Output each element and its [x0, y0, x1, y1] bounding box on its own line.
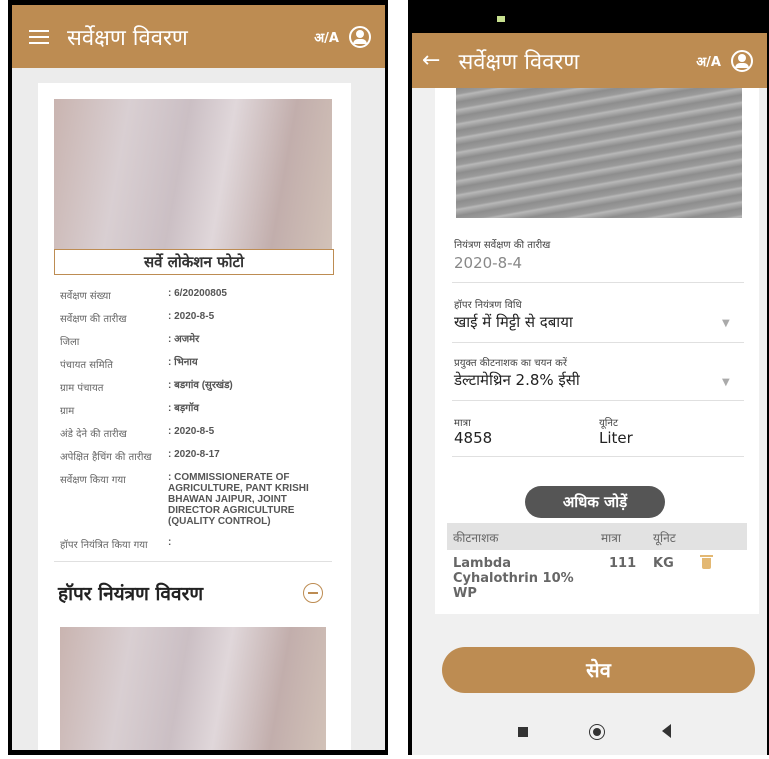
- info-label: पंचायत समिति: [60, 360, 113, 371]
- info-value: :: [168, 537, 172, 548]
- dropdown-arrow-icon[interactable]: ▼: [722, 377, 730, 388]
- dropdown-arrow-icon[interactable]: ▼: [722, 318, 730, 329]
- info-label: हॉपर नियंत्रित किया गया: [60, 540, 148, 551]
- unit-label: यूनिट: [599, 418, 618, 429]
- right-phone-frame: ← सर्वेक्षण विवरण अ/A नियंत्रण सर्वेक्षण…: [408, 0, 769, 755]
- table-cell-qty: 111: [609, 556, 637, 571]
- language-toggle[interactable]: अ/A: [314, 28, 339, 46]
- hopper-control-photo[interactable]: [60, 627, 326, 750]
- notification-icon: [497, 16, 505, 22]
- nav-back-icon[interactable]: [662, 724, 671, 738]
- info-value: : 2020-8-5: [168, 426, 215, 437]
- page-title: सर्वेक्षण विवरण: [67, 25, 188, 51]
- info-value: : अजमेर: [168, 334, 200, 345]
- info-value: : 2020-8-5: [168, 311, 215, 322]
- info-value: : 2020-8-17: [168, 449, 220, 460]
- info-value: : बडगांव (सुरखंड): [168, 380, 233, 391]
- info-value: : 6/20200805: [168, 288, 227, 299]
- divider: [452, 400, 744, 401]
- home-icon[interactable]: [589, 724, 605, 740]
- info-value: : COMMISSIONERATE OF AGRICULTURE, PANT K…: [168, 472, 309, 527]
- photo-caption: सर्वे लोकेशन फोटो: [54, 249, 334, 275]
- back-arrow-icon[interactable]: ←: [422, 48, 440, 73]
- trash-icon[interactable]: [700, 555, 713, 569]
- table-cell-unit: KG: [653, 556, 674, 571]
- info-label: अंडे देने की तारीख: [60, 429, 127, 440]
- divider: [452, 342, 744, 343]
- table-header-cell: मात्रा: [601, 531, 622, 545]
- info-label: ग्राम पंचायत: [60, 383, 104, 394]
- system-nav-bar: [412, 706, 767, 755]
- menu-icon[interactable]: [29, 26, 49, 48]
- control-date-field[interactable]: 2020-8-4: [454, 254, 522, 272]
- survey-location-photo[interactable]: [54, 99, 332, 249]
- right-screen: ← सर्वेक्षण विवरण अ/A नियंत्रण सर्वेक्षण…: [412, 0, 767, 755]
- unit-input[interactable]: Liter: [599, 429, 633, 447]
- pesticide-select[interactable]: डेल्टामेथ्रिन 2.8% ईसी: [454, 370, 580, 390]
- control-photo[interactable]: [456, 88, 742, 218]
- left-screen: सर्वेक्षण विवरण अ/A सर्वे लोकेशन फोटो सर…: [12, 5, 385, 750]
- info-label: ग्राम: [60, 406, 75, 417]
- table-header-cell: यूनिट: [653, 531, 676, 545]
- info-label: सर्वेक्षण की तारीख: [60, 314, 127, 325]
- divider: [452, 456, 744, 457]
- page-title: सर्वेक्षण विवरण: [458, 49, 580, 75]
- save-button[interactable]: सेव: [442, 647, 755, 693]
- table-header-cell: कीटनाशक: [453, 531, 499, 545]
- info-label: सर्वेक्षण संख्या: [60, 291, 111, 302]
- left-phone-frame: सर्वेक्षण विवरण अ/A सर्वे लोकेशन फोटो सर…: [8, 0, 388, 755]
- pesticide-label: प्रयुक्त कीटनाशक का चयन करें: [454, 358, 567, 369]
- section-title: हॉपर नियंत्रण विवरण: [58, 583, 204, 605]
- collapse-icon[interactable]: [303, 583, 323, 603]
- info-label: अपेक्षित हैचिंग की तारीख: [60, 452, 152, 463]
- status-bar: [412, 0, 767, 33]
- quantity-label: मात्रा: [454, 418, 471, 429]
- add-more-button[interactable]: अधिक जोड़ें: [525, 486, 665, 518]
- survey-card: सर्वे लोकेशन फोटो सर्वेक्षण संख्या : 6/2…: [38, 83, 351, 750]
- user-icon[interactable]: [731, 49, 753, 72]
- divider: [452, 282, 744, 283]
- pesticide-table-header: कीटनाशक मात्रा यूनिट: [447, 523, 747, 550]
- divider: [54, 561, 332, 562]
- table-cell-pesticide: Lambda Cyhalothrin 10% WP: [453, 556, 574, 601]
- app-bar: ← सर्वेक्षण विवरण अ/A: [412, 33, 767, 88]
- method-label: हॉपर नियंत्रण विधि: [454, 300, 522, 311]
- app-bar: सर्वेक्षण विवरण अ/A: [12, 5, 385, 68]
- method-select[interactable]: खाई में मिट्टी से दबाया: [454, 312, 573, 332]
- user-icon[interactable]: [349, 25, 371, 48]
- info-label: सर्वेक्षण किया गया: [60, 475, 126, 486]
- language-toggle[interactable]: अ/A: [696, 52, 721, 70]
- info-label: जिला: [60, 337, 80, 348]
- recents-icon[interactable]: [518, 727, 528, 737]
- control-date-label: नियंत्रण सर्वेक्षण की तारीख: [454, 240, 551, 251]
- quantity-input[interactable]: 4858: [454, 429, 492, 447]
- info-value: : बड़गॉव: [168, 403, 199, 414]
- info-value: : भिनाय: [168, 357, 198, 368]
